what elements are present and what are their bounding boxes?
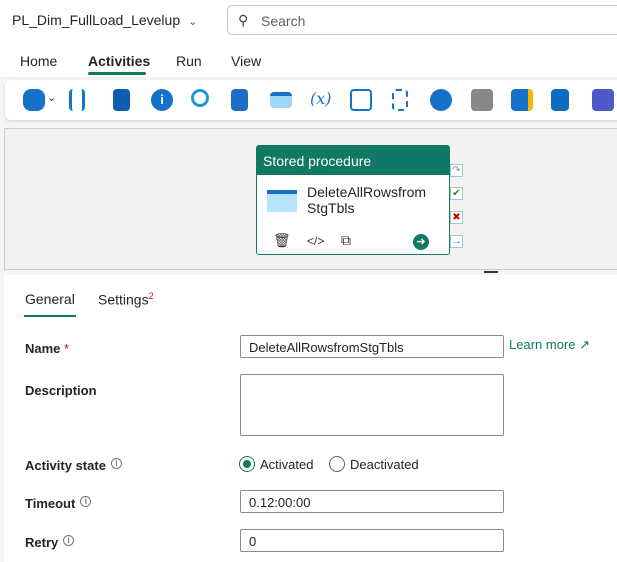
settings-badge: 2 <box>148 291 154 301</box>
name-input[interactable]: DeleteAllRowsfromStgTbls <box>240 335 504 358</box>
activated-label: Activated <box>260 456 314 472</box>
success-connector-icon[interactable]: ✔ <box>450 187 463 200</box>
tab-general[interactable]: General <box>25 291 75 307</box>
stored-procedure-icon[interactable] <box>270 92 292 108</box>
completion-connector-icon[interactable]: → <box>450 235 463 248</box>
learn-more-text: Learn more <box>509 337 576 352</box>
web-icon[interactable] <box>430 89 452 111</box>
description-textarea[interactable] <box>240 374 504 436</box>
dataflow-icon[interactable] <box>69 89 85 111</box>
tab-home[interactable]: Home <box>20 53 57 69</box>
activity-name: DeleteAllRowsfrom StgTbls <box>307 184 426 216</box>
retry-input[interactable]: 0 <box>240 529 504 552</box>
learn-more-link[interactable]: Learn more ↗ <box>509 337 590 353</box>
copy-data-icon[interactable] <box>23 89 45 111</box>
set-variable-icon[interactable]: (x) <box>310 89 332 111</box>
teams-icon[interactable] <box>592 89 614 111</box>
search-input[interactable]: ⚲ Search <box>227 5 617 35</box>
azure-function-icon[interactable] <box>471 89 493 111</box>
search-icon: ⚲ <box>238 12 249 28</box>
pipeline-name: PL_Dim_FullLoad_Levelup <box>12 12 181 28</box>
description-label: Description <box>25 383 97 398</box>
name-label-text: Name <box>25 341 61 356</box>
tab-activities[interactable]: Activities <box>88 53 150 69</box>
external-link-icon: ↗ <box>579 337 591 352</box>
outlook-icon[interactable] <box>551 89 569 111</box>
activity-name-line1: DeleteAllRowsfrom <box>307 184 427 200</box>
copy-icon[interactable]: ⧉ <box>341 232 351 249</box>
resize-handle[interactable] <box>484 271 498 273</box>
activity-state-text: Activity state <box>25 458 106 473</box>
timeout-input[interactable]: 0.12:00:00 <box>240 490 504 513</box>
activity-type: Stored procedure <box>257 146 449 175</box>
pipeline-name-dropdown[interactable]: PL_Dim_FullLoad_Levelup ⌄ <box>12 12 197 28</box>
activity-name-line2: StgTbls <box>307 200 355 216</box>
skip-connector-icon[interactable]: ↷ <box>450 164 463 177</box>
radio-unselected-icon <box>329 456 345 472</box>
script-icon[interactable] <box>231 89 248 111</box>
failure-connector-icon[interactable]: ✖ <box>450 211 463 224</box>
radio-selected-icon <box>239 456 255 472</box>
stored-procedure-icon <box>267 190 297 212</box>
activity-state-label: Activity state i <box>25 458 122 473</box>
stored-procedure-activity[interactable]: Stored procedure DeleteAllRowsfrom StgTbl… <box>256 145 450 255</box>
search-placeholder: Search <box>261 13 306 29</box>
go-arrow-icon[interactable]: ➜ <box>413 234 429 250</box>
get-metadata-icon[interactable]: i <box>151 89 173 111</box>
activities-toolbar: ⌄ i (x) <box>5 80 617 120</box>
switch-icon[interactable] <box>392 89 408 111</box>
active-tab-underline <box>88 72 146 75</box>
chevron-down-icon[interactable]: ⌄ <box>47 91 56 104</box>
azure-batch-icon[interactable] <box>511 89 533 111</box>
tab-run[interactable]: Run <box>176 53 202 69</box>
timeout-text: Timeout <box>25 496 76 511</box>
retry-text: Retry <box>25 535 59 550</box>
info-icon: i <box>110 458 122 469</box>
menu-bar: Home Activities Run View <box>0 40 617 78</box>
retry-label: Retry i <box>25 535 75 550</box>
settings-label: Settings <box>98 291 149 308</box>
delete-icon[interactable]: 🗑 <box>273 232 291 249</box>
tab-settings[interactable]: Settings2 <box>98 291 154 308</box>
active-tab-underline <box>24 315 76 317</box>
lookup-icon[interactable] <box>191 89 209 107</box>
header: PL_Dim_FullLoad_Levelup ⌄ ⚲ Search <box>0 0 617 40</box>
if-condition-icon[interactable] <box>350 89 372 111</box>
notebook-icon[interactable] <box>113 89 130 111</box>
activated-radio[interactable]: Activated <box>239 456 313 472</box>
deactivated-label: Deactivated <box>350 456 419 472</box>
info-icon: i <box>80 496 92 507</box>
properties-panel: General Settings2 Name * DeleteAllRowsfr… <box>4 275 617 562</box>
code-icon[interactable]: </> <box>307 234 324 248</box>
tab-view[interactable]: View <box>231 53 261 69</box>
name-label: Name * <box>25 341 69 356</box>
info-icon: i <box>63 535 75 546</box>
timeout-label: Timeout i <box>25 496 92 511</box>
required-mark: * <box>64 341 70 356</box>
deactivated-radio[interactable]: Deactivated <box>329 456 419 472</box>
chevron-down-icon: ⌄ <box>188 16 198 28</box>
